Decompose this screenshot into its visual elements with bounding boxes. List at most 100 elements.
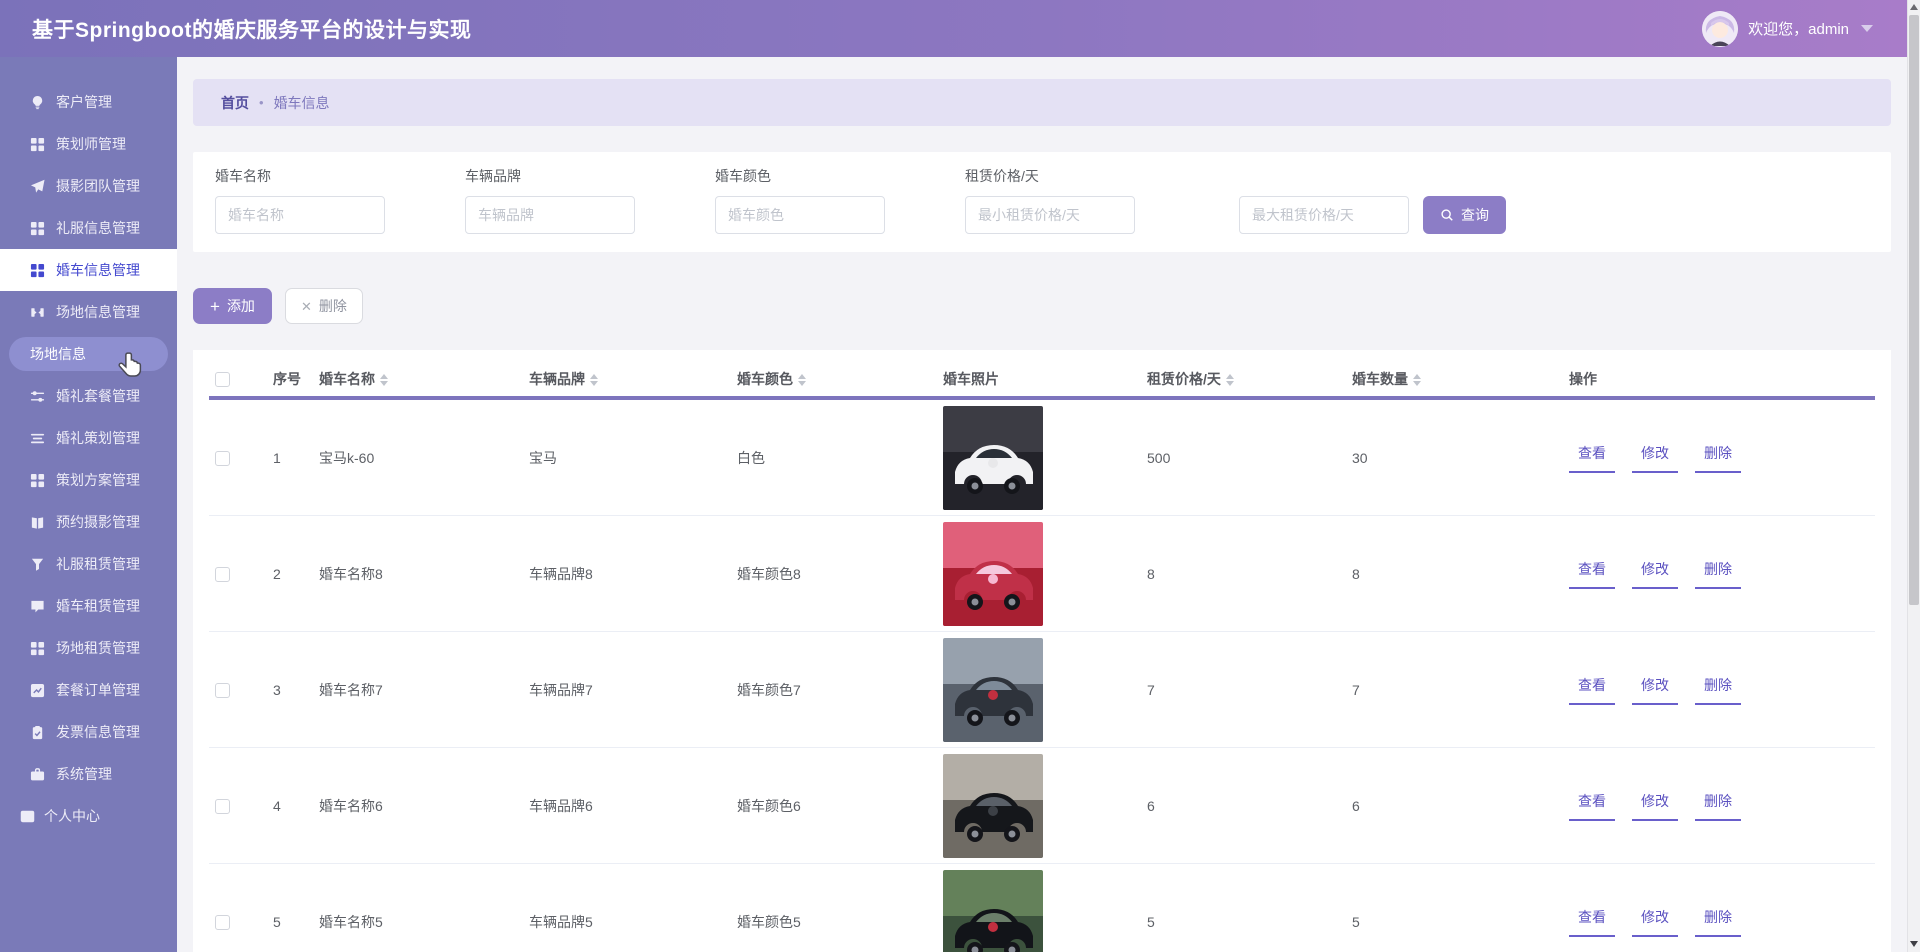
sort-caret-icon[interactable] — [590, 374, 598, 386]
cell-index: 4 — [257, 798, 303, 814]
column-header[interactable]: 婚车颜色 — [721, 369, 927, 389]
sidebar-item-wedding-planning[interactable]: 婚礼策划管理 — [0, 417, 177, 459]
sidebar-item-label: 策划师管理 — [56, 134, 126, 154]
sidebar-item-label: 婚车信息管理 — [56, 260, 140, 280]
sliders-icon — [30, 389, 45, 404]
delete-link[interactable]: 删除 — [1695, 907, 1741, 937]
edit-link[interactable]: 修改 — [1632, 907, 1678, 937]
sidebar-item-label: 婚车租赁管理 — [56, 596, 140, 616]
row-checkbox[interactable] — [215, 915, 230, 930]
grid-icon — [30, 263, 45, 278]
filter-label: 婚车颜色 — [715, 166, 965, 186]
sort-caret-icon[interactable] — [1226, 374, 1234, 386]
delete-link[interactable]: 删除 — [1695, 559, 1741, 589]
sidebar-item-photo-booking[interactable]: 预约摄影管理 — [0, 501, 177, 543]
sort-caret-icon[interactable] — [380, 374, 388, 386]
sidebar-item-system[interactable]: 系统管理 — [0, 753, 177, 795]
sidebar-item-planning-scheme[interactable]: 策划方案管理 — [0, 459, 177, 501]
sidebar-item-car-info[interactable]: 婚车信息管理 — [0, 249, 177, 291]
delete-button[interactable]: 删除 — [285, 288, 363, 324]
cell-price: 8 — [1131, 566, 1336, 582]
scroll-down-arrow-icon[interactable] — [1910, 941, 1918, 947]
vertical-scrollbar[interactable] — [1907, 0, 1920, 952]
delete-link[interactable]: 删除 — [1695, 675, 1741, 705]
sidebar-item-personal-center[interactable]: 个人中心 — [0, 795, 177, 837]
select-all-checkbox[interactable] — [215, 372, 230, 387]
paper-plane-icon — [30, 179, 45, 194]
add-button[interactable]: 添加 — [193, 288, 272, 324]
min-price-input[interactable] — [965, 196, 1135, 234]
cell-price: 6 — [1131, 798, 1336, 814]
sidebar-item-venue-info-sub[interactable]: 场地信息 — [9, 337, 168, 371]
breadcrumb-home[interactable]: 首页 — [221, 93, 249, 113]
sidebar-item-invoices[interactable]: 发票信息管理 — [0, 711, 177, 753]
car-name-input[interactable] — [215, 196, 385, 234]
sidebar-item-wedding-package[interactable]: 婚礼套餐管理 — [0, 375, 177, 417]
cell-car-name: 宝马k-60 — [303, 448, 513, 468]
scrollbar-thumb[interactable] — [1909, 15, 1919, 605]
view-link[interactable]: 查看 — [1569, 791, 1615, 821]
column-header[interactable]: 婚车名称 — [303, 369, 513, 389]
view-link[interactable]: 查看 — [1569, 675, 1615, 705]
search-button[interactable]: 查询 — [1423, 196, 1506, 234]
row-checkbox[interactable] — [215, 799, 230, 814]
cell-qty: 30 — [1336, 450, 1553, 466]
cell-qty: 7 — [1336, 682, 1553, 698]
column-header: 操作 — [1553, 369, 1875, 389]
cell-brand: 车辆品牌8 — [513, 564, 721, 584]
cell-index: 2 — [257, 566, 303, 582]
row-actions: 查看修改删除 — [1553, 675, 1875, 705]
car-table: 序号婚车名称车辆品牌婚车颜色婚车照片租赁价格/天婚车数量操作 1 宝马k-60 … — [193, 350, 1891, 952]
sidebar-item-car-rental[interactable]: 婚车租赁管理 — [0, 585, 177, 627]
delete-link[interactable]: 删除 — [1695, 443, 1741, 473]
column-header[interactable]: 车辆品牌 — [513, 369, 721, 389]
cell-qty: 5 — [1336, 914, 1553, 930]
sidebar-item-dress-info[interactable]: 礼服信息管理 — [0, 207, 177, 249]
view-link[interactable]: 查看 — [1569, 559, 1615, 589]
sidebar-item-dress-rental[interactable]: 礼服租赁管理 — [0, 543, 177, 585]
cell-car-name: 婚车名称5 — [303, 912, 513, 932]
sidebar-item-venue-info[interactable]: 场地信息管理 — [0, 291, 177, 333]
sidebar-item-planners[interactable]: 策划师管理 — [0, 123, 177, 165]
sidebar-item-venue-rental[interactable]: 场地租赁管理 — [0, 627, 177, 669]
row-checkbox[interactable] — [215, 683, 230, 698]
column-header[interactable]: 婚车数量 — [1336, 369, 1553, 389]
edit-link[interactable]: 修改 — [1632, 675, 1678, 705]
price-range-gap — [1135, 196, 1239, 234]
film-icon — [30, 305, 45, 320]
breadcrumb: 首页 • 婚车信息 — [193, 79, 1891, 126]
sidebar-item-package-orders[interactable]: 套餐订单管理 — [0, 669, 177, 711]
max-price-input[interactable] — [1239, 196, 1409, 234]
row-checkbox[interactable] — [215, 567, 230, 582]
sidebar-item-customers[interactable]: 客户管理 — [0, 81, 177, 123]
column-header: 序号 — [257, 369, 303, 389]
user-menu[interactable]: 欢迎您，admin — [1702, 11, 1873, 47]
sidebar: 客户管理策划师管理摄影团队管理礼服信息管理婚车信息管理场地信息管理场地信息婚礼套… — [0, 57, 177, 952]
plus-icon — [210, 298, 220, 315]
edit-link[interactable]: 修改 — [1632, 443, 1678, 473]
row-actions: 查看修改删除 — [1553, 559, 1875, 589]
cell-color: 婚车颜色7 — [721, 680, 927, 700]
view-link[interactable]: 查看 — [1569, 443, 1615, 473]
grid-icon — [30, 473, 45, 488]
brand-input[interactable] — [465, 196, 635, 234]
cell-brand: 车辆品牌7 — [513, 680, 721, 700]
scroll-up-arrow-icon[interactable] — [1910, 4, 1918, 10]
delete-link[interactable]: 删除 — [1695, 791, 1741, 821]
sort-caret-icon[interactable] — [798, 374, 806, 386]
view-link[interactable]: 查看 — [1569, 907, 1615, 937]
search-icon — [1440, 208, 1454, 222]
sort-caret-icon[interactable] — [1413, 374, 1421, 386]
sidebar-item-photo-team[interactable]: 摄影团队管理 — [0, 165, 177, 207]
search-filter-panel: 婚车名称 车辆品牌 婚车颜色 租赁价格/天 查询 — [193, 152, 1891, 252]
column-header[interactable]: 租赁价格/天 — [1131, 369, 1336, 389]
color-input[interactable] — [715, 196, 885, 234]
grid-icon — [30, 641, 45, 656]
edit-link[interactable]: 修改 — [1632, 791, 1678, 821]
cell-price: 5 — [1131, 914, 1336, 930]
panel-icon — [20, 809, 35, 824]
cell-car-name: 婚车名称8 — [303, 564, 513, 584]
row-checkbox[interactable] — [215, 451, 230, 466]
edit-link[interactable]: 修改 — [1632, 559, 1678, 589]
table-row: 2 婚车名称8 车辆品牌8 婚车颜色8 8 8 查看修改删除 — [209, 516, 1875, 632]
